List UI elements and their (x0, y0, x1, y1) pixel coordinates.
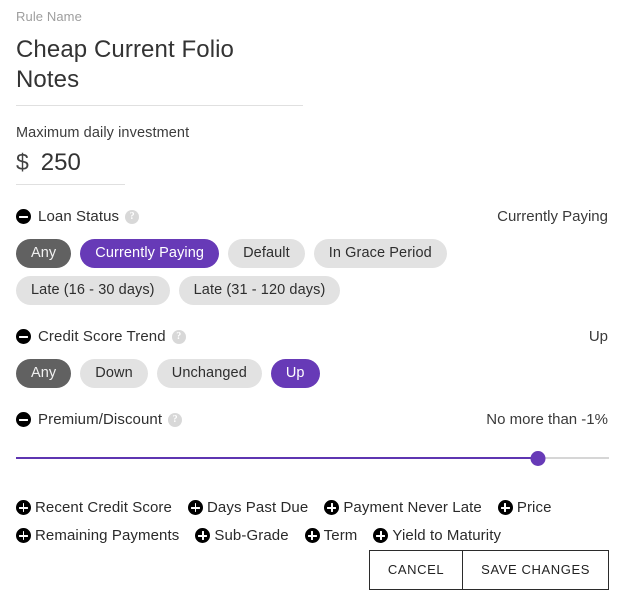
filter-value-premium-discount: No more than -1% (486, 411, 608, 428)
filter-title-premium-discount: Premium/Discount (38, 411, 163, 428)
add-filter-term[interactable]: Term (304, 526, 358, 545)
filter-header-loan-status: Loan Status ? Currently Paying (16, 207, 609, 226)
chip-group-credit-score-trend: Any Down Unchanged Up (16, 359, 609, 388)
plus-circle-icon (373, 528, 389, 543)
plus-circle-icon (187, 500, 203, 515)
chip-group-loan-status: Any Currently Paying Default In Grace Pe… (16, 239, 609, 305)
add-filter-label: Price (516, 499, 552, 516)
plus-circle-icon (304, 528, 320, 543)
max-investment-value: 250 (40, 149, 81, 176)
filter-header-premium-discount: Premium/Discount ? No more than -1% (16, 410, 609, 429)
minus-circle-icon[interactable] (16, 329, 31, 344)
chip-credit-trend-unchanged[interactable]: Unchanged (156, 359, 262, 388)
chip-credit-trend-up[interactable]: Up (270, 359, 320, 388)
add-filter-yield-to-maturity[interactable]: Yield to Maturity (373, 526, 501, 545)
chip-loan-status-in-grace-period[interactable]: In Grace Period (313, 239, 447, 268)
plus-circle-icon (16, 528, 31, 543)
help-icon[interactable]: ? (168, 412, 183, 427)
add-filter-remaining-payments[interactable]: Remaining Payments (16, 526, 179, 545)
filter-value-loan-status: Currently Paying (497, 208, 608, 225)
filter-title-credit-score-trend: Credit Score Trend (38, 328, 166, 345)
plus-circle-icon (195, 528, 211, 543)
add-filter-label: Remaining Payments (35, 527, 180, 544)
cancel-button[interactable]: CANCEL (368, 550, 464, 590)
rule-name-input[interactable]: Cheap Current Folio Notes (16, 35, 303, 106)
chip-credit-trend-any[interactable]: Any (16, 359, 72, 388)
add-filter-recent-credit-score[interactable]: Recent Credit Score (16, 498, 172, 517)
max-investment-label: Maximum daily investment (16, 125, 190, 141)
max-investment-input[interactable]: $ 250 (16, 148, 125, 185)
plus-circle-icon (497, 500, 513, 515)
available-filters: Recent Credit Score Days Past Due Paymen… (16, 498, 609, 545)
chip-credit-trend-down[interactable]: Down (80, 359, 148, 388)
save-changes-button[interactable]: SAVE CHANGES (462, 550, 609, 590)
chip-loan-status-any[interactable]: Any (16, 239, 72, 268)
rule-name-label: Rule Name (16, 9, 82, 24)
chip-loan-status-default[interactable]: Default (228, 239, 305, 268)
filter-value-credit-score-trend: Up (588, 328, 608, 345)
available-filters-row-1: Recent Credit Score Days Past Due Paymen… (16, 498, 609, 517)
add-filter-label: Sub-Grade (214, 527, 289, 544)
minus-circle-icon[interactable] (16, 209, 31, 224)
plus-circle-icon (16, 500, 31, 515)
add-filter-label: Payment Never Late (343, 499, 482, 516)
add-filter-label: Term (323, 527, 358, 544)
help-icon[interactable]: ? (171, 329, 186, 344)
add-filter-price[interactable]: Price (497, 498, 552, 517)
add-filter-label: Days Past Due (206, 499, 309, 516)
filter-title-loan-status: Loan Status (38, 208, 120, 225)
minus-circle-icon[interactable] (16, 412, 31, 427)
slider-fill (16, 457, 538, 459)
chip-loan-status-currently-paying[interactable]: Currently Paying (80, 239, 220, 268)
add-filter-label: Recent Credit Score (35, 499, 172, 516)
chip-loan-status-late-16-30[interactable]: Late (16 - 30 days) (16, 276, 170, 305)
dialog-actions: CANCEL SAVE CHANGES (368, 550, 609, 590)
add-filter-payment-never-late[interactable]: Payment Never Late (324, 498, 482, 517)
add-filter-label: Yield to Maturity (392, 527, 502, 544)
rule-name-value: Cheap Current Folio Notes (16, 36, 235, 93)
premium-discount-slider[interactable] (16, 447, 609, 469)
available-filters-row-2: Remaining Payments Sub-Grade Term Yield … (16, 526, 609, 545)
help-icon[interactable]: ? (125, 209, 140, 224)
slider-thumb[interactable] (530, 451, 546, 466)
add-filter-sub-grade[interactable]: Sub-Grade (195, 526, 289, 545)
plus-circle-icon (324, 500, 340, 515)
filter-header-credit-score-trend: Credit Score Trend ? Up (16, 327, 609, 346)
edit-rule-panel: Rule Name Cheap Current Folio Notes Maxi… (0, 0, 625, 603)
chip-loan-status-late-31-120[interactable]: Late (31 - 120 days) (178, 276, 341, 305)
currency-symbol: $ (16, 149, 29, 175)
add-filter-days-past-due[interactable]: Days Past Due (187, 498, 309, 517)
